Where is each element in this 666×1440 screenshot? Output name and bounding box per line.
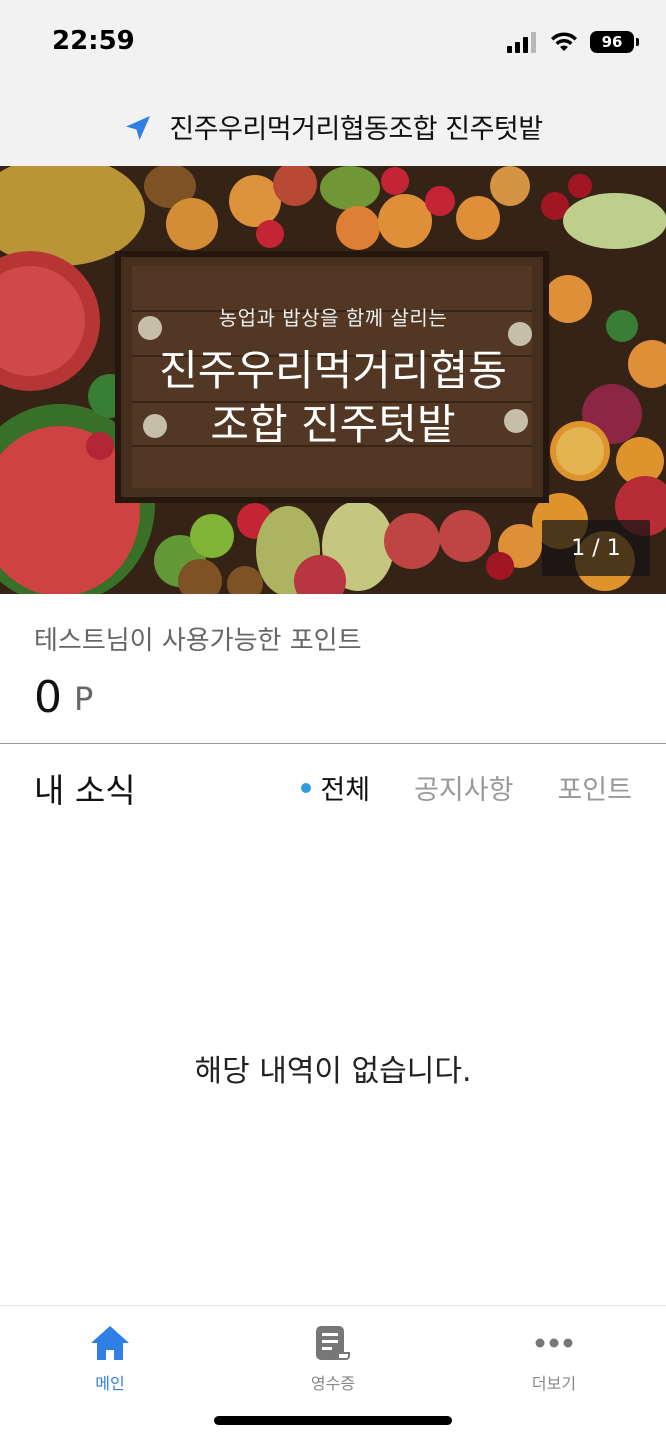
carousel-page-indicator: 1 / 1: [542, 520, 650, 576]
cellular-signal-icon: [507, 31, 536, 53]
nav-main[interactable]: 메인: [50, 1324, 170, 1394]
location-arrow-icon[interactable]: [123, 113, 153, 143]
points-label: 테스트님이 사용가능한 포인트: [34, 626, 362, 656]
empty-message: 해당 내역이 없습니다.: [194, 1054, 472, 1089]
nav-receipt[interactable]: 영수증: [273, 1324, 393, 1394]
tab-notices-label: 공지사항: [414, 775, 514, 806]
home-icon: [91, 1326, 129, 1360]
news-title: 내 소식: [34, 771, 136, 810]
banner-title-line1: 진주우리먹거리협동: [159, 346, 507, 395]
tab-points-label: 포인트: [557, 775, 632, 806]
tab-all-label: 전체: [320, 775, 371, 806]
home-indicator: [214, 1416, 452, 1425]
nav-main-label: 메인: [95, 1374, 125, 1393]
banner-subtitle: 농업과 밥상을 함께 살리는: [218, 306, 448, 330]
more-icon: [535, 1338, 573, 1348]
banner-title-line2: 조합 진주텃밭: [210, 400, 456, 449]
receipt-icon: [316, 1326, 350, 1360]
app-header: 진주우리먹거리협동조합 진주텃밭: [0, 86, 666, 166]
points-unit: P: [74, 680, 94, 718]
store-title[interactable]: 진주우리먹거리협동조합 진주텃밭: [169, 107, 543, 146]
status-bar: 22:59 96: [0, 0, 666, 86]
news-tabs: 전체 공지사항 포인트: [257, 768, 632, 807]
points-value: 0: [34, 672, 62, 723]
nav-more[interactable]: 더보기: [494, 1324, 614, 1394]
tab-points[interactable]: 포인트: [557, 768, 632, 807]
tab-all[interactable]: 전체: [301, 768, 370, 807]
status-icons: 96: [507, 28, 639, 56]
nav-more-label: 더보기: [531, 1374, 577, 1393]
banner-title: 진주우리먹거리협동 조합 진주텃밭: [0, 344, 666, 452]
status-time: 22:59: [52, 26, 135, 56]
banner-carousel[interactable]: 농업과 밥상을 함께 살리는 진주우리먹거리협동 조합 진주텃밭 1 / 1: [0, 166, 666, 594]
active-tab-dot: [301, 782, 312, 793]
tab-notices[interactable]: 공지사항: [414, 768, 513, 807]
points-section: 테스트님이 사용가능한 포인트 0 P: [0, 594, 666, 744]
wifi-icon: [551, 32, 577, 51]
battery-icon: 96: [590, 31, 639, 53]
nav-receipt-label: 영수증: [310, 1374, 356, 1393]
